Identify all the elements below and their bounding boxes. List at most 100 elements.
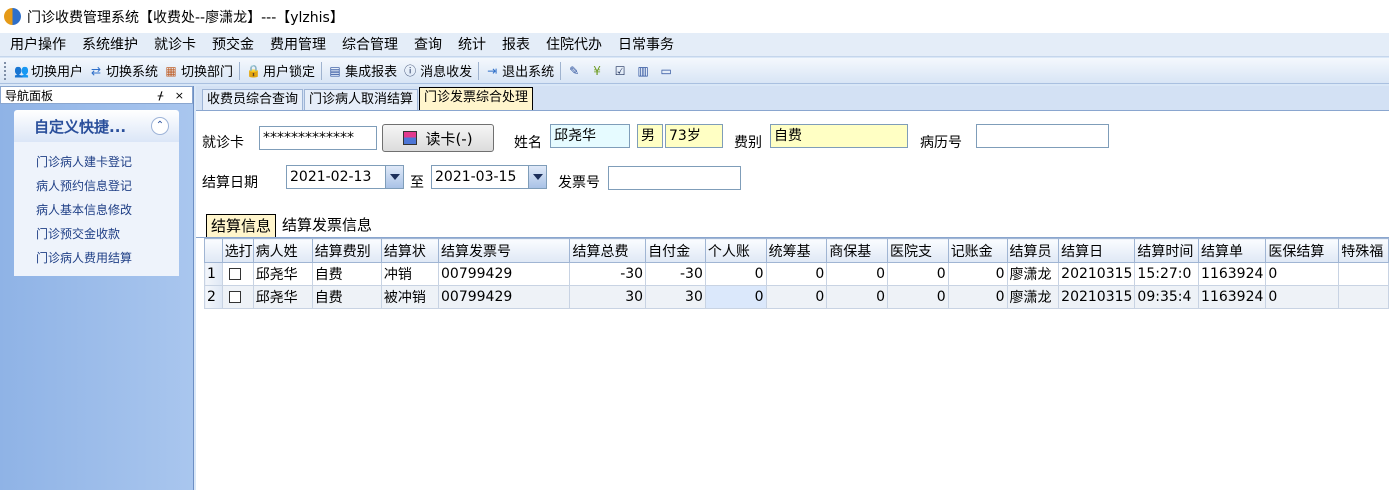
column-header[interactable]: 结算时间 — [1134, 238, 1200, 263]
to-label: 至 — [410, 175, 424, 191]
commercial-insurance-cell: 0 — [826, 285, 888, 309]
menu-general-management[interactable]: 综合管理 — [336, 34, 404, 56]
column-header[interactable]: 病人姓 — [252, 238, 313, 263]
column-header[interactable]: 结算员 — [1006, 238, 1060, 263]
card-number-field[interactable]: ************* — [259, 126, 377, 150]
menu-prepayment[interactable]: 预交金 — [206, 34, 260, 56]
column-header[interactable]: 结算日 — [1058, 238, 1136, 263]
personal-account-cell[interactable]: 0 — [704, 285, 767, 309]
menu-reports[interactable]: 报表 — [496, 34, 536, 56]
shortcut-patient-info-edit[interactable]: 病人基本信息修改 — [36, 198, 179, 222]
record-no-field[interactable] — [976, 124, 1109, 148]
shortcut-fee-settlement[interactable]: 门诊病人费用结算 — [36, 246, 179, 270]
column-header[interactable]: 医保结算 — [1265, 238, 1340, 263]
column-header[interactable]: 特殊福 — [1338, 238, 1389, 263]
collapse-icon[interactable]: ⌃ — [151, 117, 169, 135]
yen-tool-button[interactable]: ¥ — [587, 60, 610, 82]
shortcut-prepayment[interactable]: 门诊预交金收款 — [36, 222, 179, 246]
column-header[interactable]: 医院支 — [886, 238, 949, 263]
settle-date-cell: 20210315 — [1058, 285, 1136, 309]
menu-daily-affairs[interactable]: 日常事务 — [612, 34, 680, 56]
invoice-cell: 00799429 — [437, 262, 571, 286]
app-logo-icon — [4, 8, 21, 25]
switch-system-button[interactable]: ⇄ 切换系统 — [86, 60, 161, 82]
select-checkbox[interactable] — [228, 291, 241, 303]
edit-tool-button[interactable]: ✎ — [564, 60, 587, 82]
special-cell — [1338, 285, 1389, 309]
date-to-dropdown-icon[interactable] — [528, 166, 546, 188]
status-cell: 冲销 — [380, 262, 440, 286]
toolbar-grip[interactable] — [4, 61, 7, 80]
select-checkbox[interactable] — [228, 268, 241, 280]
hospital-pay-cell: 0 — [886, 262, 949, 286]
invoice-cell: 00799429 — [437, 285, 571, 309]
exit-system-button[interactable]: ⇥ 退出系统 — [482, 60, 557, 82]
date-to-picker[interactable]: 2021-03-15 — [431, 165, 547, 189]
column-header[interactable]: 统筹基 — [765, 238, 828, 263]
row-number-header — [204, 238, 223, 263]
column-header[interactable]: 商保基 — [826, 238, 888, 263]
tab-cancel-settlement[interactable]: 门诊病人取消结算 — [304, 89, 419, 110]
tab-settlement-info[interactable]: 结算信息 — [206, 214, 277, 237]
document-tabs: 收费员综合查询 门诊病人取消结算 门诊发票综合处理 — [196, 86, 1389, 111]
tab-invoice-processing[interactable]: 门诊发票综合处理 — [419, 87, 534, 110]
menu-inpatient-agent[interactable]: 住院代办 — [540, 34, 608, 56]
toolbar-separator — [478, 61, 480, 80]
self-pay-cell: 30 — [645, 285, 706, 309]
menu-visit-card[interactable]: 就诊卡 — [148, 34, 202, 56]
shortcut-card-register[interactable]: 门诊病人建卡登记 — [36, 150, 179, 174]
fee-type-label: 费别 — [734, 135, 762, 151]
message-button[interactable]: ⓘ 消息收发 — [400, 60, 475, 82]
date-from-picker[interactable]: 2021-02-13 — [286, 165, 404, 189]
check-tool-button[interactable]: ☑ — [610, 60, 633, 82]
age-field[interactable]: 73岁 — [665, 124, 723, 148]
yen-icon: ¥ — [593, 63, 601, 78]
tab-cashier-query[interactable]: 收费员综合查询 — [202, 89, 304, 110]
user-lock-icon: 🔒 — [246, 63, 261, 78]
column-header[interactable]: 记账金 — [947, 238, 1008, 263]
settlement-table: 选打 病人姓 结算费别 结算状 结算发票号 结算总费 自付金 个人账 统筹基 商… — [204, 238, 1389, 309]
column-header[interactable]: 结算费别 — [311, 238, 382, 263]
book-tool-button[interactable]: ▥ — [633, 60, 656, 82]
column-header[interactable]: 结算单 — [1198, 238, 1267, 263]
patient-name-field[interactable]: 邱尧华 — [550, 124, 630, 148]
menu-user-ops[interactable]: 用户操作 — [4, 34, 72, 56]
tab-settlement-invoice-info[interactable]: 结算发票信息 — [278, 214, 376, 237]
column-header[interactable]: 选打 — [221, 238, 254, 263]
menu-system-maintenance[interactable]: 系统维护 — [76, 34, 144, 56]
user-lock-button[interactable]: 🔒 用户锁定 — [243, 60, 318, 82]
custom-shortcuts-header[interactable]: 自定义快捷... ⌃ — [14, 110, 179, 142]
column-header[interactable]: 结算状 — [380, 238, 440, 263]
bill-no-cell: 1163924 — [1198, 285, 1267, 309]
pin-close-icon[interactable]: ᚋ × — [158, 89, 188, 102]
column-header[interactable]: 自付金 — [645, 238, 706, 263]
account-cell: 0 — [947, 285, 1008, 309]
invoice-no-field[interactable] — [608, 166, 741, 190]
menu-query[interactable]: 查询 — [408, 34, 448, 56]
pooled-fund-cell: 0 — [765, 285, 828, 309]
book-icon: ▥ — [637, 63, 649, 78]
column-header[interactable]: 结算总费 — [569, 238, 647, 263]
form-tool-button[interactable]: ▭ — [656, 60, 679, 82]
menu-fee-management[interactable]: 费用管理 — [264, 34, 332, 56]
read-card-button[interactable]: 读卡(-) — [382, 124, 494, 152]
switch-department-button[interactable]: ▦ 切换部门 — [161, 60, 236, 82]
toolbar-separator — [560, 61, 562, 80]
operator-cell: 廖潇龙 — [1006, 285, 1060, 309]
pooled-fund-cell: 0 — [765, 262, 828, 286]
gender-field[interactable]: 男 — [637, 124, 663, 148]
integrated-report-button[interactable]: ▤ 集成报表 — [325, 60, 400, 82]
shortcut-list: 门诊病人建卡登记 病人预约信息登记 病人基本信息修改 门诊预交金收款 门诊病人费… — [14, 142, 179, 276]
switch-user-button[interactable]: 👥 切换用户 — [11, 60, 86, 82]
select-cell[interactable] — [221, 285, 254, 309]
fee-type-field[interactable]: 自费 — [770, 124, 908, 148]
table-row[interactable]: 2 邱尧华 自费 被冲销 00799429 30 30 0 0 0 0 0 廖潇… — [204, 285, 1389, 309]
select-cell[interactable] — [221, 262, 254, 286]
date-from-dropdown-icon[interactable] — [385, 166, 403, 188]
table-row[interactable]: 1 邱尧华 自费 冲销 00799429 -30 -30 0 0 0 0 0 廖… — [204, 262, 1389, 286]
column-header[interactable]: 结算发票号 — [437, 238, 571, 263]
menu-statistics[interactable]: 统计 — [452, 34, 492, 56]
card-reader-icon — [403, 131, 418, 145]
shortcut-appointment[interactable]: 病人预约信息登记 — [36, 174, 179, 198]
column-header[interactable]: 个人账 — [704, 238, 767, 263]
